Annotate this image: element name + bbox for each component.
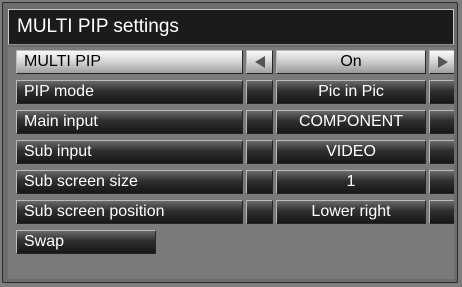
setting-value-sub-screen-position[interactable]: Lower right	[276, 200, 426, 224]
triangle-left-icon	[255, 56, 265, 68]
setting-value-main-input[interactable]: COMPONENT	[276, 110, 426, 134]
setting-left-slot	[246, 140, 273, 164]
setting-label-sub-screen-position[interactable]: Sub screen position	[16, 200, 243, 224]
setting-label-multi-pip[interactable]: MULTI PIP	[16, 50, 243, 74]
setting-right-slot	[429, 140, 454, 164]
next-option-button[interactable]	[429, 50, 454, 74]
setting-value-pip-mode[interactable]: Pic in Pic	[276, 80, 426, 104]
setting-value-sub-screen-size[interactable]: 1	[276, 170, 426, 194]
setting-right-slot	[429, 200, 454, 224]
setting-label-pip-mode[interactable]: PIP mode	[16, 80, 243, 104]
setting-row-main-input[interactable]: Main input COMPONENT	[8, 107, 454, 137]
setting-row-swap[interactable]: Swap	[8, 227, 454, 257]
setting-left-slot	[246, 80, 273, 104]
previous-option-button[interactable]	[246, 50, 273, 74]
setting-label-main-input[interactable]: Main input	[16, 110, 243, 134]
triangle-right-icon	[438, 56, 448, 68]
setting-label-sub-screen-size[interactable]: Sub screen size	[16, 170, 243, 194]
setting-right-slot	[429, 170, 454, 194]
setting-left-slot	[246, 170, 273, 194]
setting-right-slot	[429, 80, 454, 104]
setting-value-sub-input[interactable]: VIDEO	[276, 140, 426, 164]
setting-value-multi-pip[interactable]: On	[276, 50, 426, 74]
setting-row-sub-screen-position[interactable]: Sub screen position Lower right	[8, 197, 454, 227]
multi-pip-settings-panel: MULTI PIP settings MULTI PIP On PIP mode…	[2, 2, 458, 283]
setting-left-slot	[246, 200, 273, 224]
setting-row-sub-input[interactable]: Sub input VIDEO	[8, 137, 454, 167]
setting-right-slot	[429, 110, 454, 134]
setting-label-sub-input[interactable]: Sub input	[16, 140, 243, 164]
setting-left-slot	[246, 110, 273, 134]
swap-button[interactable]: Swap	[16, 230, 156, 254]
setting-row-pip-mode[interactable]: PIP mode Pic in Pic	[8, 77, 454, 107]
setting-row-sub-screen-size[interactable]: Sub screen size 1	[8, 167, 454, 197]
page-title: MULTI PIP settings	[8, 9, 454, 45]
settings-menu: MULTI PIP On PIP mode Pic in Pic Main in…	[8, 47, 454, 279]
setting-row-multi-pip[interactable]: MULTI PIP On	[8, 47, 454, 77]
